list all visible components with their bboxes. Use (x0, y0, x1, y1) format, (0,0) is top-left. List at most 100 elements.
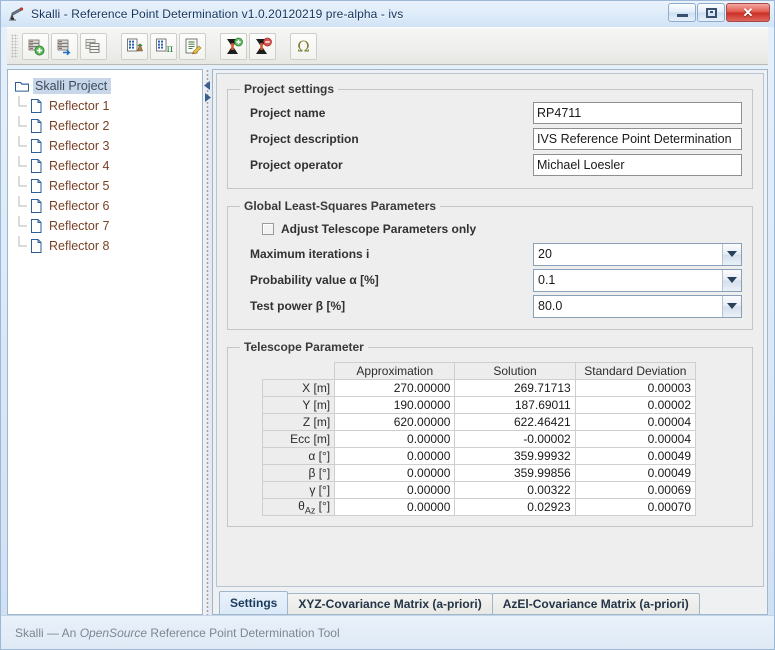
table-cell[interactable]: 270.00000 (334, 379, 456, 397)
tree-node-reflector-6[interactable]: Reflector 6 (12, 196, 202, 216)
table-cell[interactable]: 269.71713 (454, 379, 576, 397)
table-corner-cell (263, 363, 335, 380)
table-row[interactable]: β [°] 0.00000 359.99856 0.00049 (261, 464, 697, 482)
file-icon (28, 198, 44, 214)
telescope-parameter-table: Approximation Solution Standard Deviation … (261, 362, 697, 517)
status-emphasis: OpenSource (79, 625, 148, 640)
toolbar-grip[interactable] (11, 34, 18, 58)
toolbar-group-telescope (219, 32, 277, 60)
table-cell[interactable]: 0.00000 (334, 430, 456, 448)
status-text: Skalli — An OpenSource Reference Point D… (15, 625, 340, 640)
maximize-icon (705, 7, 717, 18)
split-divider[interactable] (203, 69, 212, 615)
project-settings-group: Project settings Project name Project de… (227, 82, 753, 189)
project-name-input[interactable] (533, 102, 742, 124)
table-row[interactable]: γ [°] 0.00000 0.00322 0.00069 (261, 481, 697, 499)
table-row[interactable]: X [m] 270.00000 269.71713 0.00003 (261, 379, 697, 397)
table-cell[interactable]: 0.02923 (454, 497, 576, 517)
table-cell[interactable]: 0.00069 (574, 481, 697, 499)
tree-node-label: Reflector 4 (49, 159, 110, 173)
collapse-left-icon[interactable] (204, 77, 211, 90)
chevron-down-icon[interactable] (722, 243, 741, 265)
table-cell[interactable]: 0.00322 (454, 481, 576, 499)
alpha-combo[interactable]: 0.1 (533, 268, 742, 292)
tree-node-root[interactable]: Skalli Project (12, 76, 202, 96)
chevron-down-icon[interactable] (722, 269, 741, 291)
tree-node-reflector-8[interactable]: Reflector 8 (12, 236, 202, 256)
toolbar-group-omega: Ω (289, 32, 318, 60)
import-points-button[interactable] (121, 32, 148, 60)
tab-xyz-covariance-matrix-a-priori[interactable]: XYZ-Covariance Matrix (a-priori) (287, 593, 493, 614)
database-add-icon (26, 37, 45, 56)
column-header[interactable]: Standard Deviation (574, 362, 697, 380)
table-row[interactable]: Ecc [m] 0.00000 -0.00002 0.00004 (261, 430, 697, 448)
chevron-down-icon[interactable] (722, 295, 741, 317)
table-cell[interactable]: 0.00000 (334, 481, 456, 499)
project-description-input[interactable] (533, 128, 742, 150)
table-cell[interactable]: 190.00000 (334, 396, 456, 414)
max-iterations-combo[interactable]: 20 (533, 242, 742, 266)
project-operator-input[interactable] (533, 154, 742, 176)
import-pi-button[interactable]: π (150, 32, 177, 60)
project-name-label: Project name (250, 106, 326, 120)
maximize-button[interactable] (697, 3, 725, 22)
table-cell[interactable]: 187.69011 (454, 396, 576, 414)
table-cell[interactable]: 0.00000 (334, 497, 456, 517)
edit-report-button[interactable] (179, 32, 206, 60)
tree-node-reflector-1[interactable]: Reflector 1 (12, 96, 202, 116)
table-cell[interactable]: 0.00049 (574, 464, 697, 482)
telescope-icon (7, 6, 25, 22)
table-cell[interactable]: 359.99932 (454, 447, 576, 465)
main-split-pane: Skalli Project Reflector 1 Reflector 2 Ref… (1, 65, 774, 615)
table-cell[interactable]: 359.99856 (454, 464, 576, 482)
remove-telescope-button[interactable] (249, 32, 276, 60)
beta-value: 80.0 (534, 295, 722, 317)
table-cell[interactable]: 0.00002 (574, 396, 697, 414)
minimize-button[interactable] (668, 3, 696, 22)
tree-node-reflector-7[interactable]: Reflector 7 (12, 216, 202, 236)
collapse-right-icon[interactable] (204, 89, 211, 102)
project-description-row: Project description (238, 126, 742, 152)
telescope-add-icon (224, 37, 243, 56)
table-row[interactable]: α [°] 0.00000 359.99932 0.00049 (261, 447, 697, 465)
import-dataset-button[interactable] (51, 32, 78, 60)
table-cell[interactable]: 0.00004 (574, 413, 697, 431)
tab-azel-covariance-matrix-a-priori[interactable]: AzEl-Covariance Matrix (a-priori) (491, 593, 700, 614)
tree-node-label: Reflector 5 (49, 179, 110, 193)
table-cell[interactable]: 0.00000 (334, 447, 456, 465)
table-cell[interactable]: 0.00070 (574, 497, 697, 517)
close-button[interactable]: ✕ (726, 3, 770, 22)
table-cell[interactable]: 0.00000 (334, 464, 456, 482)
tab-settings[interactable]: Settings (219, 591, 289, 614)
table-row[interactable]: Z [m] 620.00000 622.46421 0.00004 (261, 413, 697, 431)
table-row[interactable]: θAz [°] 0.00000 0.02923 0.00070 (261, 497, 697, 517)
minimize-icon (676, 14, 688, 17)
add-telescope-button[interactable] (220, 32, 247, 60)
adjust-telescope-only-row[interactable]: Adjust Telescope Parameters only (238, 217, 742, 241)
row-header: θAz [°] (261, 497, 336, 517)
table-cell[interactable]: -0.00002 (454, 430, 576, 448)
adjust-telescope-only-checkbox[interactable] (262, 223, 274, 235)
beta-combo[interactable]: 80.0 (533, 294, 742, 318)
tree-node-reflector-5[interactable]: Reflector 5 (12, 176, 202, 196)
table-cell[interactable]: 622.46421 (454, 413, 576, 431)
table-cell[interactable]: 0.00003 (574, 379, 697, 397)
table-cell[interactable]: 0.00049 (574, 447, 697, 465)
status-bar: Skalli — An OpenSource Reference Point D… (1, 615, 774, 649)
column-header[interactable]: Solution (454, 362, 576, 380)
add-dataset-button[interactable] (22, 32, 49, 60)
tree-node-reflector-3[interactable]: Reflector 3 (12, 136, 202, 156)
toolbar-group-points: π (120, 32, 207, 60)
column-header[interactable]: Approximation (334, 362, 456, 380)
row-header: Ecc [m] (261, 430, 336, 448)
table-row[interactable]: Y [m] 190.00000 187.69011 0.00002 (261, 396, 697, 414)
title-bar: Skalli - Reference Point Determination v… (1, 1, 774, 27)
tree-node-reflector-2[interactable]: Reflector 2 (12, 116, 202, 136)
table-cell[interactable]: 620.00000 (334, 413, 456, 431)
omega-button[interactable]: Ω (290, 32, 317, 60)
project-operator-row: Project operator (238, 152, 742, 178)
tree-elbow (18, 136, 28, 156)
tree-node-reflector-4[interactable]: Reflector 4 (12, 156, 202, 176)
copy-dataset-button[interactable] (80, 32, 107, 60)
table-cell[interactable]: 0.00004 (574, 430, 697, 448)
